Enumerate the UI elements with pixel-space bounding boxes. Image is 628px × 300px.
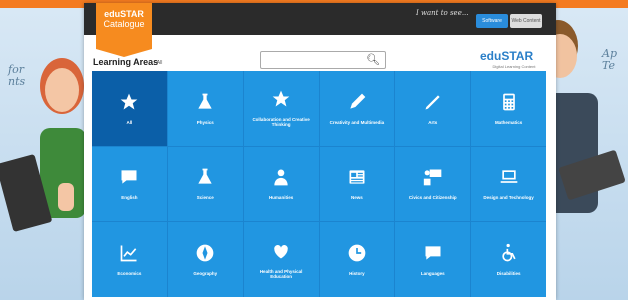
tile-label: Arts: [428, 119, 438, 125]
speech-bubble-icon: [423, 243, 443, 263]
brand-subtitle: Digital Learning Content: [492, 64, 536, 69]
tile-label: Mathematics: [494, 119, 523, 125]
tile-label: History: [349, 271, 365, 277]
speech-bubble-icon: [119, 167, 139, 187]
newspaper-icon: [347, 167, 367, 187]
tile-label: All: [126, 119, 133, 125]
tile-label: Physics: [196, 119, 214, 125]
heart-icon: [271, 241, 291, 261]
person-icon: [271, 167, 291, 187]
tile-news[interactable]: News: [319, 146, 395, 222]
tile-label: Health and Physical Education: [259, 268, 303, 279]
software-toggle[interactable]: Software: [476, 14, 508, 28]
left-handwritten-note: for nts: [8, 63, 26, 88]
tile-physics[interactable]: Physics: [167, 71, 243, 146]
search-box[interactable]: 🔍︎: [260, 51, 386, 69]
tile-label: Disabilities: [496, 271, 521, 277]
flask-icon: [195, 92, 215, 112]
tile-label: Science: [196, 195, 214, 201]
tile-mathematics[interactable]: Mathematics: [471, 71, 546, 146]
tile-label: Humanities: [268, 195, 294, 201]
app-window: I want to see... Software Web Content ed…: [84, 3, 556, 300]
tile-label: Geography: [193, 271, 218, 277]
clock-icon: [347, 243, 367, 263]
web-content-toggle[interactable]: Web Content: [510, 14, 542, 28]
tile-label: Design and Technology: [483, 195, 534, 201]
girl-with-tablet-image: [0, 58, 86, 232]
tile-languages[interactable]: Languages: [395, 222, 471, 297]
teacher-icon: [423, 167, 443, 187]
top-bar: I want to see... Software Web Content: [84, 3, 556, 35]
tile-english[interactable]: English: [92, 146, 167, 222]
tile-history[interactable]: History: [319, 222, 395, 297]
show-all-link[interactable]: - All: [154, 60, 162, 66]
tile-arts[interactable]: Arts: [395, 71, 471, 146]
tile-label: Languages: [420, 271, 445, 277]
tile-label: News: [351, 195, 363, 201]
star-icon: [119, 92, 139, 112]
tile-label: English: [121, 195, 138, 201]
tile-humanities[interactable]: Humanities: [243, 146, 319, 222]
tile-design-and-technology[interactable]: Design and Technology: [471, 146, 546, 222]
tile-all[interactable]: All: [92, 71, 167, 146]
tile-label: Civics and Citizenship: [408, 195, 457, 201]
pencil-icon: [347, 92, 367, 112]
right-handwritten-note: Ap Te: [602, 47, 617, 72]
left-photo: for nts: [0, 8, 90, 300]
edustar-brand-logo: eduSTAR: [480, 49, 534, 63]
tile-economics[interactable]: Economics: [92, 222, 167, 297]
brush-icon: [423, 92, 443, 112]
tile-civics-and-citizenship[interactable]: Civics and Citizenship: [395, 146, 471, 222]
tile-disabilities[interactable]: Disabilities: [471, 222, 546, 297]
page-title: Learning Areas: [93, 57, 159, 67]
tile-geography[interactable]: Geography: [167, 222, 243, 297]
tile-label: Economics: [117, 271, 142, 277]
chart-icon: [119, 243, 139, 263]
laptop-icon: [499, 167, 519, 187]
calculator-icon: [499, 92, 519, 112]
logo-title: eduSTAR: [104, 9, 144, 19]
logo-subtitle: Catalogue: [103, 19, 145, 29]
tile-label: Creativity and Multimedia: [329, 119, 385, 125]
i-want-to-see-text: I want to see...: [416, 9, 469, 17]
tile-health-and-physical-education[interactable]: Health and Physical Education: [243, 222, 319, 297]
flask-icon: [195, 167, 215, 187]
tile-science[interactable]: Science: [167, 146, 243, 222]
compass-icon: [195, 243, 215, 263]
tile-collaboration-and-creative-thinking[interactable]: Collaboration and Creative Thinking: [243, 71, 319, 146]
star-icon: [271, 89, 291, 109]
wheelchair-icon: [499, 243, 519, 263]
tile-creativity-and-multimedia[interactable]: Creativity and Multimedia: [319, 71, 395, 146]
tile-label: Collaboration and Creative Thinking: [252, 117, 310, 128]
edustar-catalogue-logo[interactable]: eduSTAR Catalogue: [96, 3, 152, 57]
learning-areas-grid: All Physics Collaboration and Creative Thi…: [92, 71, 546, 297]
search-icon[interactable]: 🔍︎: [365, 53, 381, 67]
